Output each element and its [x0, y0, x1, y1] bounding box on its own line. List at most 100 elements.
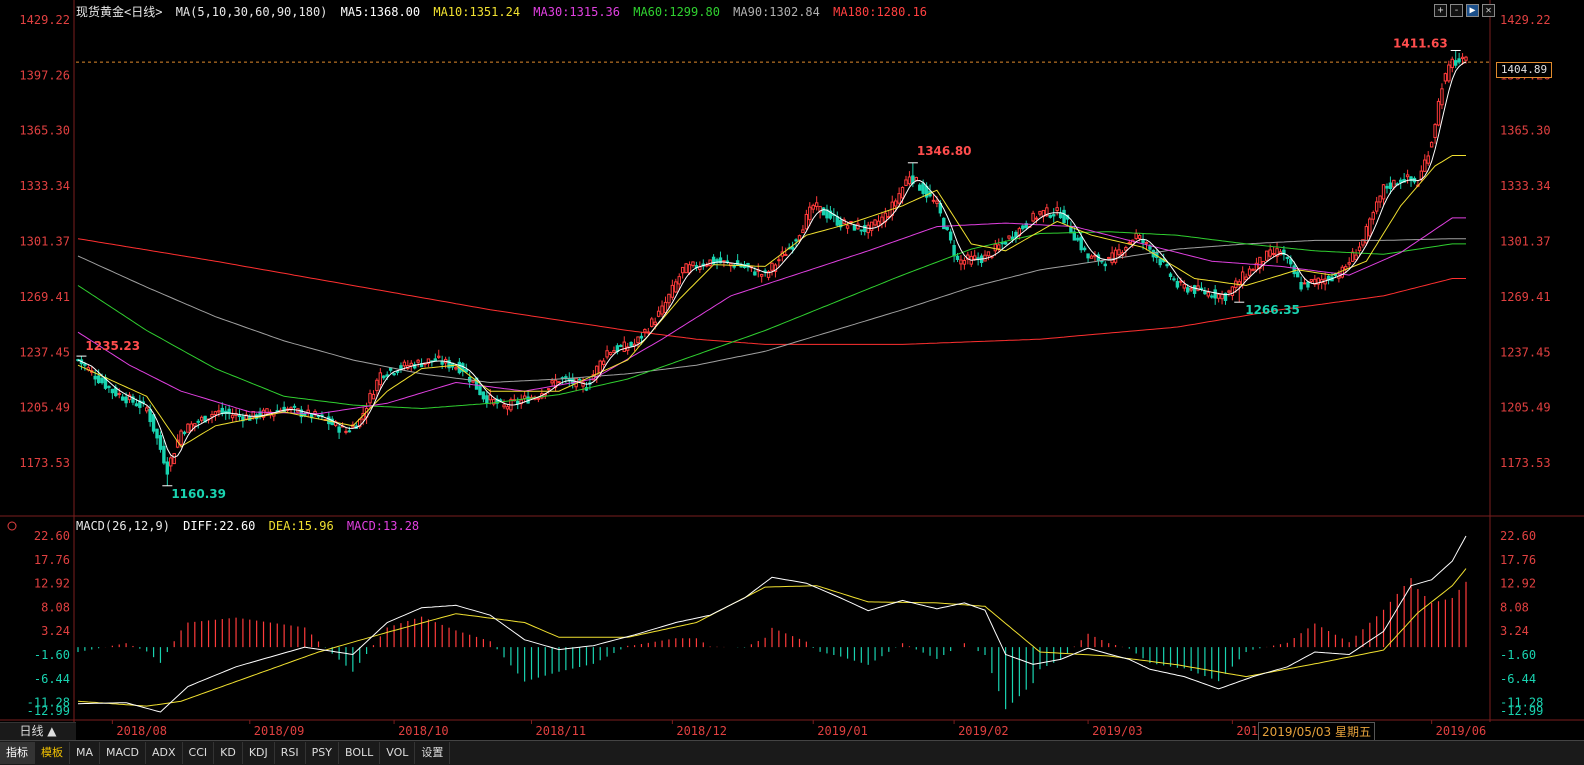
macd-tick-left: -6.44 — [34, 672, 70, 686]
tab-vol[interactable]: VOL — [380, 742, 416, 764]
candle-body — [708, 259, 712, 266]
play-icon[interactable]: ▶ — [1466, 4, 1479, 17]
candle-body — [107, 385, 111, 389]
candle-body — [1062, 209, 1066, 224]
macd-tick-left: -12.99 — [27, 704, 70, 718]
candle-body — [997, 244, 1001, 250]
candle-body — [148, 408, 152, 423]
candle-body — [1124, 246, 1128, 251]
candle-body — [598, 360, 602, 374]
tab-adx[interactable]: ADX — [146, 742, 183, 764]
candle-body — [1203, 290, 1207, 295]
candle-body — [375, 379, 379, 392]
candle-body — [921, 182, 925, 194]
zoom-out-icon[interactable]: - — [1450, 4, 1463, 17]
candle-body — [1182, 283, 1186, 289]
tab-boll[interactable]: BOLL — [339, 742, 381, 764]
candle-body — [918, 184, 922, 191]
candle-body — [416, 359, 420, 363]
candle-body — [1179, 280, 1183, 283]
candle-body — [784, 253, 788, 256]
candle-body — [440, 361, 444, 365]
tab-kd[interactable]: KD — [214, 742, 243, 764]
chart-canvas[interactable]: 1429.221429.221397.261397.261365.301365.… — [0, 0, 1584, 740]
macd-tick-left: -1.60 — [34, 648, 70, 662]
price-tick-right: 1237.45 — [1500, 345, 1551, 359]
candle-body — [347, 430, 352, 433]
x-tick-label: 2019/03 — [1092, 724, 1143, 738]
price-header: 现货黄金<日线> MA(5,10,30,60,90,180) MA5:1368.… — [76, 3, 933, 20]
annotation-start: 1235.23 — [85, 339, 140, 353]
candle-body — [182, 431, 187, 435]
symbol-title[interactable]: 现货黄金<日线> — [76, 5, 162, 19]
macd-tick-right: 22.60 — [1500, 529, 1536, 543]
candle-body — [814, 202, 819, 207]
candle-body — [808, 206, 812, 221]
candle-body — [1165, 264, 1169, 267]
candle-body — [120, 396, 125, 401]
price-tick-left: 1397.26 — [19, 68, 70, 82]
candle-body — [777, 259, 781, 262]
candle-body — [856, 223, 860, 230]
tab-psy[interactable]: PSY — [306, 742, 339, 764]
tab-kdj[interactable]: KDJ — [243, 742, 275, 764]
candle-body — [145, 407, 149, 412]
macd-toggle-icon[interactable] — [7, 521, 17, 531]
candle-body — [852, 224, 857, 231]
candle-body — [973, 255, 977, 260]
close-icon[interactable]: ✕ — [1482, 4, 1495, 17]
candle-body — [1299, 281, 1303, 290]
candle-body — [907, 176, 912, 185]
candle-body — [199, 416, 204, 421]
candle-body — [337, 426, 341, 433]
candle-body — [650, 318, 654, 327]
candle-body — [344, 430, 348, 433]
macd-tick-right: 3.24 — [1500, 624, 1529, 638]
candle-body — [674, 281, 678, 293]
period-label[interactable]: 日线 ▲ — [0, 722, 76, 740]
tab-indicators[interactable]: 指标 — [0, 742, 35, 764]
ma10-value: MA10:1351.24 — [433, 5, 521, 19]
candle-body — [1247, 268, 1252, 276]
tab-rsi[interactable]: RSI — [275, 742, 306, 764]
candle-body — [1168, 273, 1173, 278]
x-tick-label: 2019/06 — [1436, 724, 1487, 738]
tab-macd[interactable]: MACD — [100, 742, 146, 764]
ma180-line — [77, 238, 1466, 345]
candle-body — [636, 336, 640, 344]
candle-body — [1086, 253, 1090, 259]
candle-body — [986, 251, 991, 257]
tab-settings[interactable]: 设置 — [415, 742, 451, 764]
candle-body — [1021, 225, 1025, 230]
tab-templates[interactable]: 模板 — [35, 742, 70, 764]
candle-body — [478, 386, 482, 396]
tab-ma[interactable]: MA — [70, 742, 101, 764]
candle-body — [660, 305, 664, 315]
annotation-high: 1411.63 — [1393, 36, 1448, 50]
candle-body — [1368, 218, 1372, 237]
price-tick-left: 1205.49 — [19, 401, 70, 415]
candle-body — [1306, 281, 1310, 288]
candle-body — [1186, 287, 1190, 293]
candle-body — [409, 362, 413, 367]
candle-body — [1052, 214, 1056, 217]
candle-body — [165, 461, 170, 475]
candle-body — [959, 259, 963, 265]
ma-params: MA(5,10,30,60,90,180) — [175, 5, 328, 19]
macd-tick-left: 17.76 — [34, 553, 70, 567]
candle-body — [392, 373, 396, 376]
candle-body — [217, 410, 221, 413]
candle-body — [656, 310, 661, 317]
tab-cci[interactable]: CCI — [183, 742, 215, 764]
zoom-in-icon[interactable]: + — [1434, 4, 1447, 17]
price-tick-left: 1333.34 — [19, 179, 70, 193]
candle-body — [880, 216, 884, 225]
candle-body — [1055, 207, 1059, 212]
candle-body — [914, 176, 918, 181]
price-tick-right: 1269.41 — [1500, 290, 1551, 304]
candle-body — [502, 404, 506, 408]
candle-body — [1450, 58, 1454, 69]
candle-body — [1347, 262, 1351, 265]
candle-body — [1072, 231, 1077, 241]
candle-body — [237, 415, 242, 418]
